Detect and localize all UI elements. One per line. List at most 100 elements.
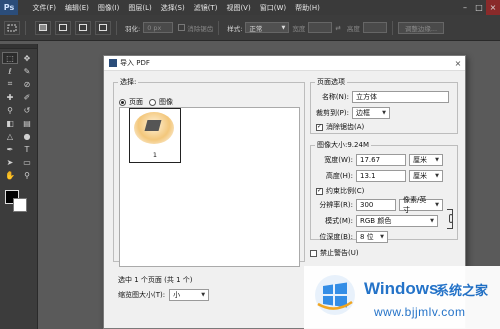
style-label: 样式: bbox=[227, 24, 243, 33]
path-select-tool-icon[interactable]: ➤ bbox=[2, 156, 18, 168]
marquee-tool-icon[interactable]: ⬚ bbox=[2, 52, 18, 64]
chain-link-icon bbox=[449, 214, 453, 223]
close-app-button[interactable]: × bbox=[486, 0, 500, 15]
chevron-down-icon: ▼ bbox=[281, 24, 286, 31]
new-selection-icon[interactable] bbox=[35, 20, 51, 35]
type-tool-icon[interactable]: T bbox=[19, 143, 35, 155]
eraser-tool-icon[interactable]: ◧ bbox=[2, 117, 18, 129]
dialog-titlebar[interactable]: 导入 PDF × bbox=[104, 56, 465, 71]
maximize-button[interactable]: □ bbox=[472, 0, 486, 15]
lasso-tool-icon[interactable]: ℓ bbox=[2, 65, 18, 77]
separator bbox=[116, 20, 117, 35]
intersect-selection-icon[interactable] bbox=[95, 20, 111, 35]
chevron-down-icon: ▼ bbox=[382, 110, 386, 116]
feather-input[interactable]: 0 px bbox=[143, 22, 174, 33]
height-label: 高度(H): bbox=[325, 172, 353, 180]
history-brush-tool-icon[interactable]: ↺ bbox=[19, 104, 35, 116]
menu-help[interactable]: 帮助(H) bbox=[291, 3, 325, 13]
thumbnail-size-value: 小 bbox=[173, 291, 181, 299]
watermark: Windows 系统之家 www.bjjmlv.com bbox=[304, 266, 500, 329]
style-value: 正常 bbox=[249, 24, 263, 33]
antialias-dialog-label: 消除锯齿(A) bbox=[326, 123, 365, 131]
subtract-selection-icon[interactable] bbox=[75, 20, 91, 35]
refine-edge-button[interactable]: 调整边缘... bbox=[397, 21, 445, 34]
page-thumbnail[interactable]: 1 bbox=[129, 108, 181, 163]
shape-tool-icon[interactable]: ▭ bbox=[19, 156, 35, 168]
dialog-title: 导入 PDF bbox=[120, 59, 150, 67]
style-select[interactable]: 正常 ▼ bbox=[245, 22, 290, 33]
healing-tool-icon[interactable]: ✚ bbox=[2, 91, 18, 103]
page-options-legend: 页面选项 bbox=[317, 78, 345, 86]
separator bbox=[391, 20, 393, 35]
antialias-dialog-checkbox[interactable]: ✓ bbox=[316, 123, 323, 131]
zoom-tool-icon[interactable]: ⚲ bbox=[19, 169, 35, 181]
blur-tool-icon[interactable]: △ bbox=[2, 130, 18, 142]
chevron-down-icon: ▼ bbox=[435, 202, 439, 208]
resolution-input[interactable]: 300 bbox=[356, 199, 396, 211]
menu-filter[interactable]: 滤镜(T) bbox=[189, 3, 222, 13]
brush-tool-icon[interactable]: ✐ bbox=[19, 91, 35, 103]
gradient-tool-icon[interactable]: ▤ bbox=[19, 117, 35, 129]
cube-icon bbox=[144, 120, 162, 131]
pen-tool-icon[interactable]: ✒ bbox=[2, 143, 18, 155]
name-label: 名称(N): bbox=[321, 93, 349, 101]
eyedropper-tool-icon[interactable]: ⊘ bbox=[19, 78, 35, 90]
page-options-group: 页面选项 名称(N): 立方体 裁剪到(P): 边框 ▼ ✓ 消除锯齿(A) bbox=[310, 77, 458, 134]
clone-stamp-tool-icon[interactable]: ⚲ bbox=[2, 104, 18, 116]
background-color-swatch[interactable] bbox=[13, 198, 27, 212]
suppress-warnings-checkbox[interactable] bbox=[310, 249, 317, 257]
height-row: 高度(H): 13.1 厘米 ▼ bbox=[315, 170, 443, 182]
width-unit-select[interactable]: 厘米 ▼ bbox=[409, 154, 443, 166]
quick-select-tool-icon[interactable]: ✎ bbox=[19, 65, 35, 77]
menu-edit[interactable]: 编辑(E) bbox=[61, 3, 94, 13]
name-input[interactable]: 立方体 bbox=[352, 91, 449, 103]
bitdepth-value: 8 位 bbox=[360, 233, 374, 241]
menu-view[interactable]: 视图(V) bbox=[222, 3, 255, 13]
width-input[interactable] bbox=[308, 22, 333, 33]
height-input[interactable] bbox=[362, 22, 387, 33]
menu-image[interactable]: 图像(I) bbox=[93, 3, 124, 13]
marquee-tool-preset[interactable] bbox=[4, 20, 20, 35]
thumbnail-size-label: 缩览图大小(T): bbox=[118, 291, 166, 299]
minimize-button[interactable]: – bbox=[458, 0, 472, 15]
chevron-down-icon: ▼ bbox=[435, 157, 439, 163]
hand-tool-icon[interactable]: ✋ bbox=[2, 169, 18, 181]
move-tool-icon[interactable]: ✥ bbox=[19, 52, 35, 64]
width-label: 宽度(W): bbox=[324, 156, 353, 164]
mode-row: 模式(M): RGB 颜色 ▼ bbox=[315, 215, 438, 227]
height-input[interactable]: 13.1 bbox=[356, 170, 406, 182]
select-legend: 选择: bbox=[120, 78, 137, 86]
watermark-cn: 系统之家 bbox=[436, 284, 489, 299]
swap-icon[interactable]: ⇄ bbox=[335, 24, 340, 32]
separator bbox=[25, 20, 26, 35]
thumbnail-area: 1 bbox=[119, 107, 300, 267]
radio-page[interactable] bbox=[119, 98, 126, 106]
dodge-tool-icon[interactable]: ● bbox=[19, 130, 35, 142]
thumbnail-size-select[interactable]: 小 ▼ bbox=[169, 289, 210, 301]
menu-select[interactable]: 选择(S) bbox=[156, 3, 189, 13]
chevron-down-icon: ▼ bbox=[380, 234, 384, 240]
add-selection-icon[interactable] bbox=[55, 20, 71, 35]
antialias-checkbox[interactable] bbox=[178, 24, 186, 31]
selection-status: 选中 1 个页面 (共 1 个) bbox=[118, 276, 193, 284]
suppress-warnings-label: 禁止警告(U) bbox=[320, 249, 359, 257]
menu-window[interactable]: 窗口(W) bbox=[255, 3, 290, 13]
chevron-down-icon: ▼ bbox=[435, 173, 439, 179]
width-input[interactable]: 17.67 bbox=[356, 154, 406, 166]
mode-label: 模式(M): bbox=[325, 217, 353, 225]
watermark-url: www.bjjmlv.com bbox=[374, 305, 466, 319]
menu-file[interactable]: 文件(F) bbox=[28, 3, 61, 13]
bitdepth-select[interactable]: 8 位 ▼ bbox=[356, 231, 388, 243]
crop-value: 边框 bbox=[356, 109, 370, 117]
mode-select[interactable]: RGB 颜色 ▼ bbox=[356, 215, 438, 227]
constrain-proportions-checkbox[interactable]: ✓ bbox=[316, 187, 323, 195]
close-icon[interactable]: × bbox=[451, 56, 465, 70]
resolution-unit-select[interactable]: 像素/英寸 ▼ bbox=[399, 196, 443, 214]
radio-image[interactable] bbox=[149, 98, 156, 106]
thumbnail-size-row: 缩览图大小(T): 小 ▼ bbox=[118, 289, 210, 301]
crop-select[interactable]: 边框 ▼ bbox=[352, 107, 390, 119]
height-unit-select[interactable]: 厘米 ▼ bbox=[409, 170, 443, 182]
crop-tool-icon[interactable]: ⌗ bbox=[2, 78, 18, 90]
menu-layer[interactable]: 图层(L) bbox=[124, 3, 156, 13]
window-controls: – □ × bbox=[458, 0, 500, 15]
